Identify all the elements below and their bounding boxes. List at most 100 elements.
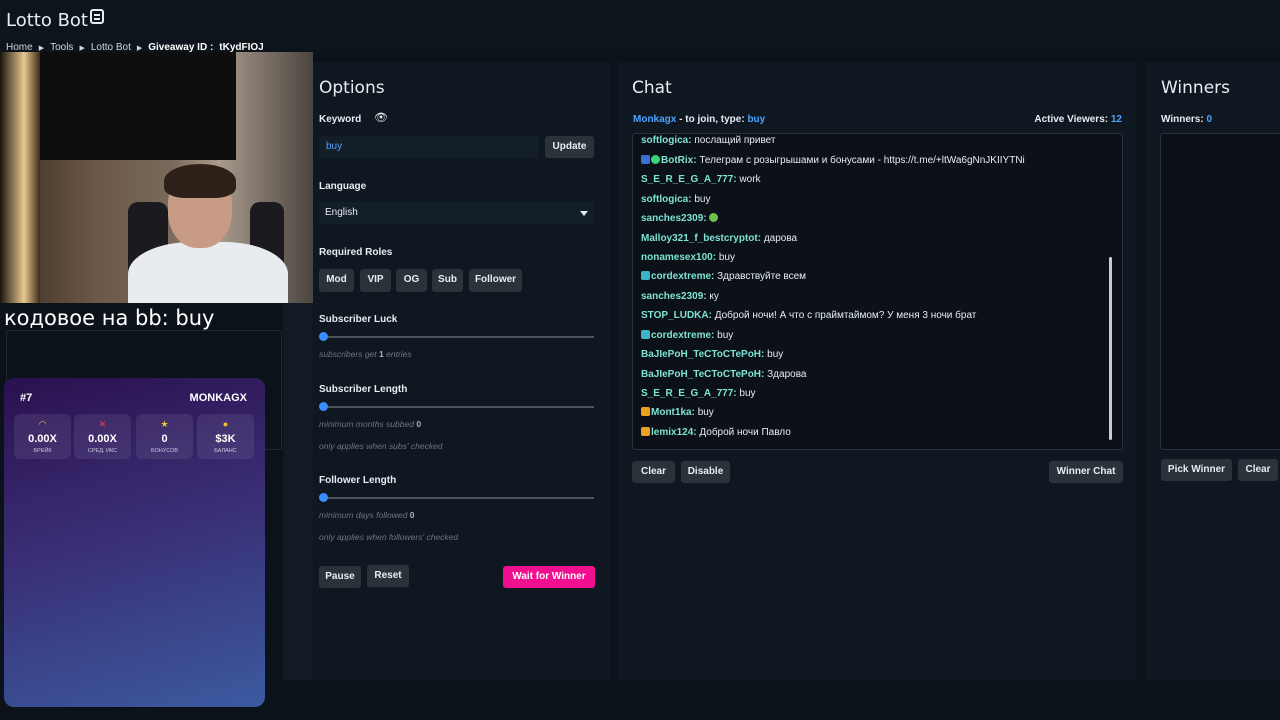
chat-message: lemix124: Доброй ночи Павло xyxy=(641,427,791,438)
viewers-count: 12 xyxy=(1110,114,1122,125)
chat-text: work xyxy=(739,174,761,185)
chat-username: nonamesex100: xyxy=(641,252,717,263)
chat-message: sanches2309: xyxy=(641,213,719,224)
chat-text: Доброй ночи! А что с праймтаймом? У меня… xyxy=(714,310,977,321)
stat-value: $3K xyxy=(215,433,236,445)
chat-username: softlogica: xyxy=(641,194,692,205)
chat-username: cordextreme: xyxy=(651,330,715,341)
stat-value: 0.00X xyxy=(28,433,57,445)
chat-username: lemix124: xyxy=(651,427,697,438)
chat-text: Здравствуйте всем xyxy=(717,271,807,282)
winners-list[interactable] xyxy=(1160,133,1280,450)
follower-length-note-text: minimum days followed xyxy=(319,510,408,520)
stat-label: БОНУСОВ xyxy=(150,448,179,454)
stat-value: 0.00X xyxy=(88,433,117,445)
sub-length-note2: only applies when subs' checked xyxy=(319,441,443,451)
chat-log[interactable]: softlogica: послащий привет BotRix: Теле… xyxy=(632,133,1123,450)
chat-text: ку xyxy=(709,291,719,302)
role-mod-button[interactable]: Mod xyxy=(319,269,354,292)
chat-message: sanches2309: ку xyxy=(641,291,719,302)
follower-length-note2: only applies when followers' checked xyxy=(319,532,459,542)
stats-card-overlay: #7 MONKAGX ◠ 0.00X БРЕЙК ✕ 0.00X СРЕД. И… xyxy=(4,378,265,707)
stat-break: ◠ 0.00X БРЕЙК xyxy=(14,414,71,459)
chat-username: S_E_R_E_G_A_777: xyxy=(641,388,737,399)
chevron-right-icon: ▶ xyxy=(38,44,45,52)
chat-message: cordextreme: buy xyxy=(641,330,733,341)
crown-icon xyxy=(641,407,650,416)
chat-text: buy xyxy=(697,407,714,418)
join-instructions: Monkagx - to join, type: buy xyxy=(633,114,765,125)
chat-username: sanches2309: xyxy=(641,291,707,302)
webcam-tv xyxy=(40,52,236,160)
join-keyword: buy xyxy=(747,114,766,125)
pick-winner-button[interactable]: Pick Winner xyxy=(1161,459,1232,481)
follower-length-slider-handle[interactable] xyxy=(319,493,328,502)
chat-text: buy xyxy=(717,330,734,341)
sub-length-note: minimum months subbed 0 xyxy=(319,419,421,429)
chat-title: Chat xyxy=(632,78,672,98)
winner-chat-button[interactable]: Winner Chat xyxy=(1049,461,1123,483)
chat-clear-button[interactable]: Clear xyxy=(632,461,675,483)
coin-icon: ● xyxy=(222,419,229,429)
sub-length-value: 0 xyxy=(416,419,422,429)
follower-length-value: 0 xyxy=(409,510,415,520)
stat-label: БАЛАНС xyxy=(214,448,237,454)
chat-message: S_E_R_E_G_A_777: work xyxy=(641,174,761,185)
chat-username: BotRix: xyxy=(661,155,697,166)
chat-username: Malloy321_f_bestcryptot: xyxy=(641,233,762,244)
language-select[interactable]: English xyxy=(319,202,594,224)
chat-text: buy xyxy=(694,194,711,205)
emote-icon xyxy=(709,213,719,222)
chat-message: Malloy321_f_bestcryptot: дарова xyxy=(641,233,797,244)
options-title: Options xyxy=(319,78,385,98)
chat-username: cordextreme: xyxy=(651,271,715,282)
stat-avg-x: ✕ 0.00X СРЕД. ИКС xyxy=(74,414,131,459)
role-sub-button[interactable]: Sub xyxy=(432,269,463,292)
chat-disable-button[interactable]: Disable xyxy=(681,461,730,483)
reset-button[interactable]: Reset xyxy=(367,565,409,587)
active-viewers: Active Viewers: 12 xyxy=(1034,114,1122,125)
sub-length-slider-handle[interactable] xyxy=(319,402,328,411)
sub-luck-note: subscribers get 1 entries xyxy=(319,349,412,359)
wait-for-winner-button[interactable]: Wait for Winner xyxy=(503,566,595,588)
chat-text: послащий привет xyxy=(694,135,776,146)
chat-username: Mont1ka: xyxy=(651,407,695,418)
role-og-button[interactable]: OG xyxy=(396,269,427,292)
winners-count-value: 0 xyxy=(1206,114,1213,125)
pause-button[interactable]: Pause xyxy=(319,566,361,588)
bot-badge-icon xyxy=(651,155,660,164)
chat-message: S_E_R_E_G_A_777: buy xyxy=(641,388,756,399)
chat-message: softlogica: buy xyxy=(641,194,710,205)
keyword-input[interactable]: buy xyxy=(319,136,539,158)
chat-message: STOP_LUDKA: Доброй ночи! А что с праймта… xyxy=(641,310,976,321)
chat-text: Здарова xyxy=(767,369,807,380)
chevron-right-icon: ▶ xyxy=(79,44,85,52)
chat-text: buy xyxy=(739,388,756,399)
chat-message: BotRix: Телеграм с розыгрышами и бонусам… xyxy=(641,155,1025,166)
webcam-curtain xyxy=(0,52,40,303)
chat-message: Mont1ka: buy xyxy=(641,407,714,418)
role-vip-button[interactable]: VIP xyxy=(360,269,391,292)
chat-username: sanches2309: xyxy=(641,213,707,224)
star-icon: ★ xyxy=(160,419,169,429)
follower-length-slider[interactable] xyxy=(323,497,594,499)
chat-username: STOP_LUDKA: xyxy=(641,310,712,321)
webcam-person-hair xyxy=(164,164,236,198)
update-button[interactable]: Update xyxy=(545,136,594,158)
keyword-label: Keyword xyxy=(319,114,362,125)
join-text: - to join, type: xyxy=(679,114,745,125)
join-user: Monkagx xyxy=(633,114,677,125)
chat-scrollbar[interactable] xyxy=(1109,257,1112,440)
sub-luck-note-pre: subscribers get xyxy=(319,349,377,359)
winners-clear-button[interactable]: Clear xyxy=(1238,459,1278,481)
sub-length-slider[interactable] xyxy=(323,406,594,408)
sub-length-note-text: minimum months subbed xyxy=(319,419,414,429)
cross-icon: ✕ xyxy=(98,419,107,429)
subscriber-badge-icon xyxy=(641,271,650,280)
sub-luck-slider-handle[interactable] xyxy=(319,332,328,341)
sub-luck-slider[interactable] xyxy=(323,336,594,338)
chat-username: BaJIePoH_TeCToCTePoH: xyxy=(641,369,765,380)
chat-text: buy xyxy=(718,252,735,263)
eye-icon[interactable]: 👁 xyxy=(374,111,388,124)
role-follower-button[interactable]: Follower xyxy=(469,269,522,292)
